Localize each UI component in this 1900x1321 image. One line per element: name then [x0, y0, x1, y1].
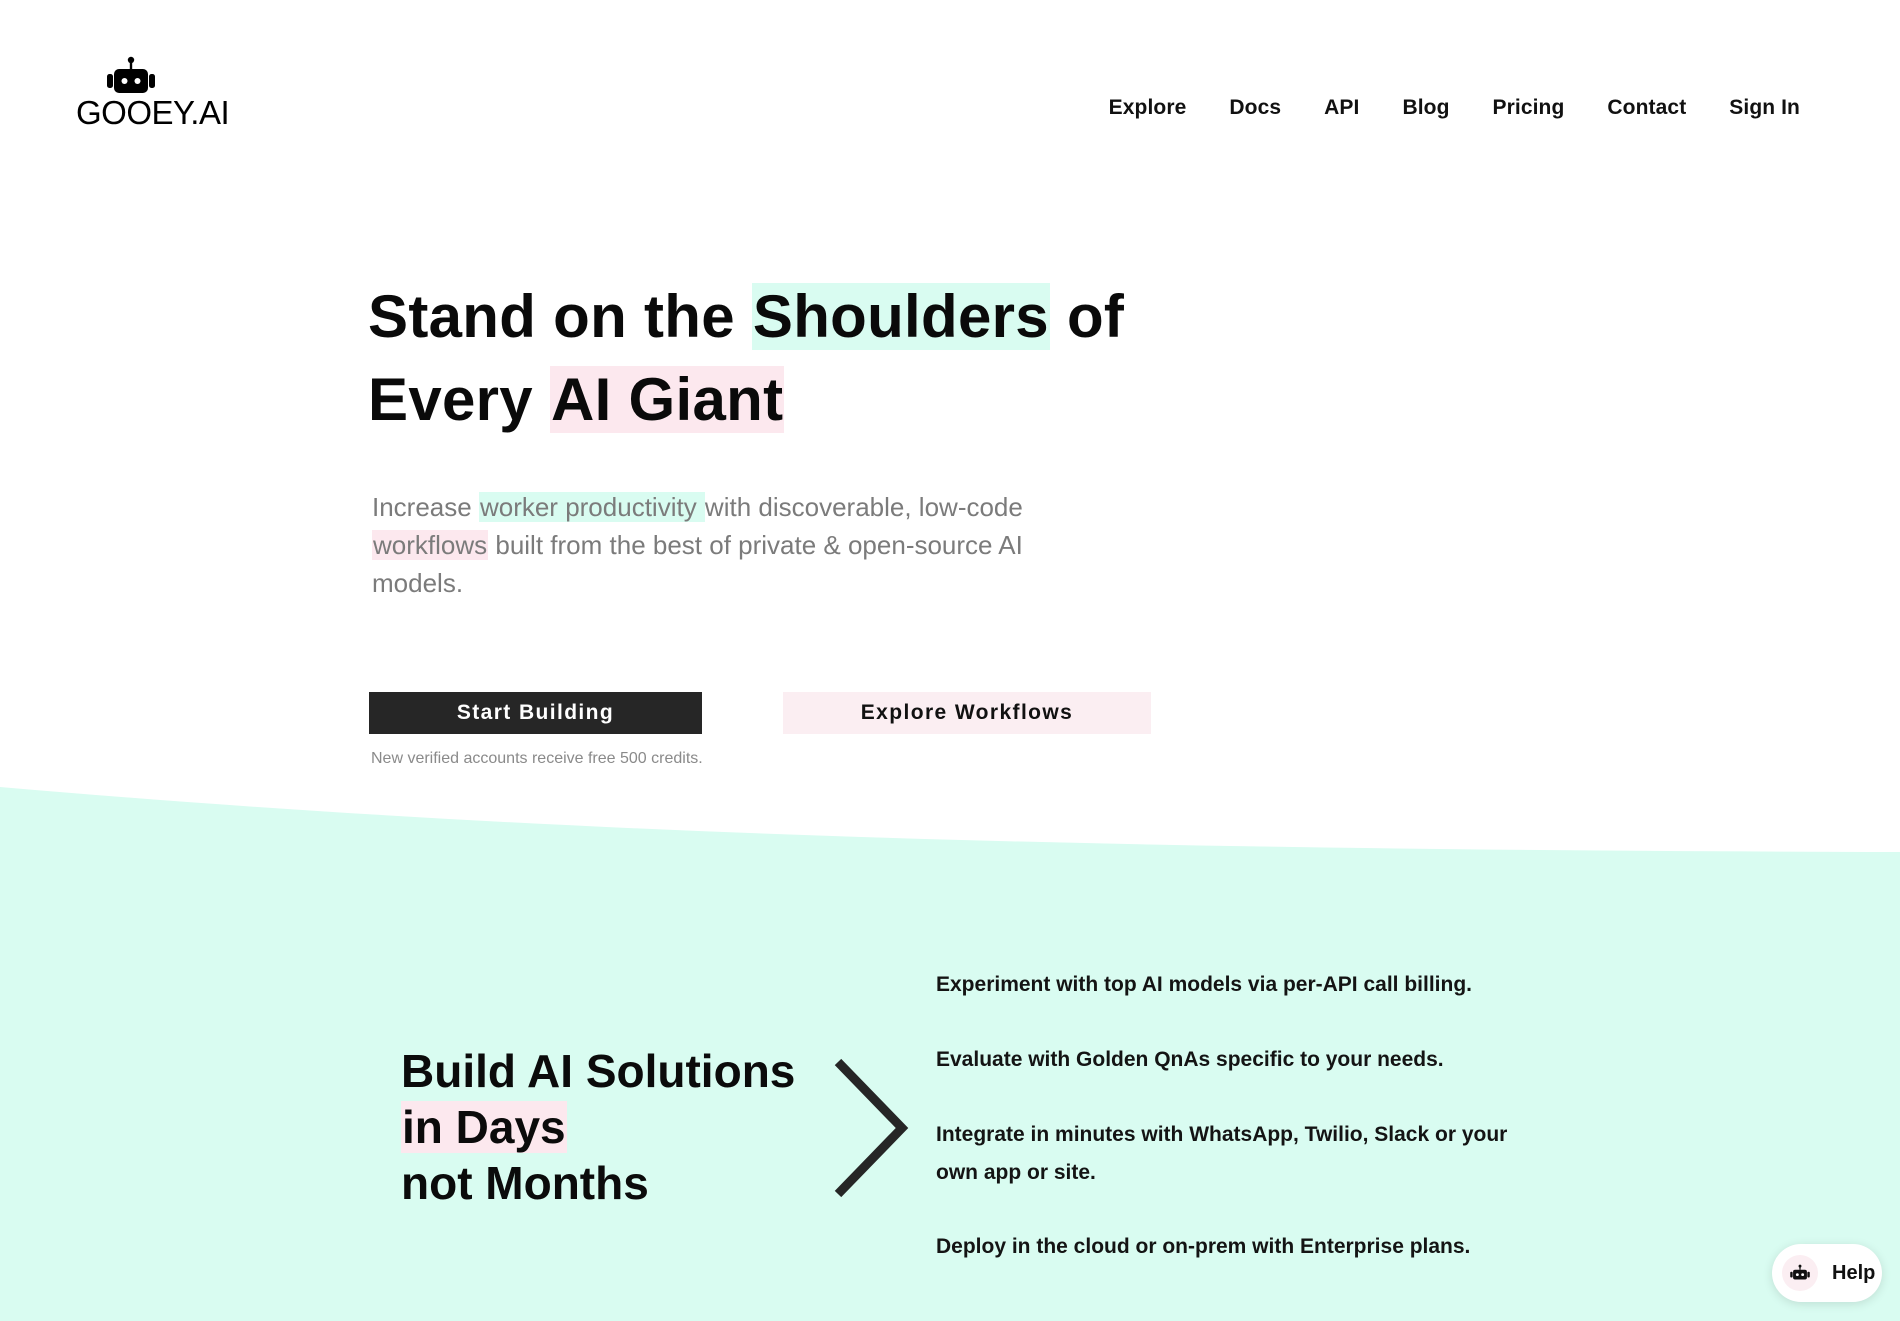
help-label: Help	[1832, 1261, 1876, 1284]
help-button[interactable]: Help	[1772, 1244, 1882, 1302]
feature-item-deploy: Deploy in the cloud or on-prem with Ente…	[936, 1235, 1471, 1258]
site-header: GOOEY.AI Explore Docs API Blog Pricing C…	[0, 0, 1900, 200]
solutions-title: Build AI Solutions in Days not Months	[401, 1045, 796, 1209]
highlight-workflows: workflows	[372, 530, 489, 560]
hero-title-line1: Stand on the Shoulders of	[368, 283, 1125, 350]
hero-subtitle: Increase worker productivity with discov…	[372, 492, 1023, 598]
feature-item-integrate: Integrate in minutes with WhatsApp, Twil…	[936, 1123, 1508, 1184]
highlight-in-days: in Days	[401, 1101, 567, 1153]
help-avatar	[1782, 1255, 1818, 1291]
robot-icon	[107, 56, 155, 93]
highlight-ai-giant: AI Giant	[549, 366, 785, 433]
nav-blog[interactable]: Blog	[1402, 96, 1449, 120]
hero-title: Stand on the Shoulders of Every AI Giant	[368, 275, 1124, 441]
feature-item-experiment: Experiment with top AI models via per-AP…	[936, 973, 1472, 996]
nav-sign-in[interactable]: Sign In	[1729, 96, 1800, 120]
nav-contact[interactable]: Contact	[1607, 96, 1686, 120]
explore-workflows-button[interactable]: Explore Workflows	[783, 692, 1151, 734]
hero-title-line2: Every AI Giant	[368, 366, 785, 433]
logo-text: GOOEY.AI	[76, 94, 230, 131]
logo-link[interactable]: GOOEY.AI	[76, 56, 230, 131]
feature-list: Experiment with top AI models via per-AP…	[936, 966, 1536, 1303]
nav-docs[interactable]: Docs	[1229, 96, 1281, 120]
main-nav: Explore Docs API Blog Pricing Contact Si…	[1109, 96, 1800, 120]
credits-note: New verified accounts receive free 500 c…	[371, 750, 703, 767]
feature-item-evaluate: Evaluate with Golden QnAs specific to yo…	[936, 1048, 1444, 1071]
nav-pricing[interactable]: Pricing	[1493, 96, 1565, 120]
highlight-shoulders: Shoulders	[751, 283, 1050, 350]
highlight-worker-productivity: worker productivity	[478, 492, 705, 522]
robot-icon	[1790, 1264, 1810, 1280]
nav-explore[interactable]: Explore	[1109, 96, 1187, 120]
nav-api[interactable]: API	[1324, 96, 1359, 120]
start-building-button[interactable]: Start Building	[369, 692, 702, 734]
chevron-right-icon	[834, 1058, 909, 1198]
